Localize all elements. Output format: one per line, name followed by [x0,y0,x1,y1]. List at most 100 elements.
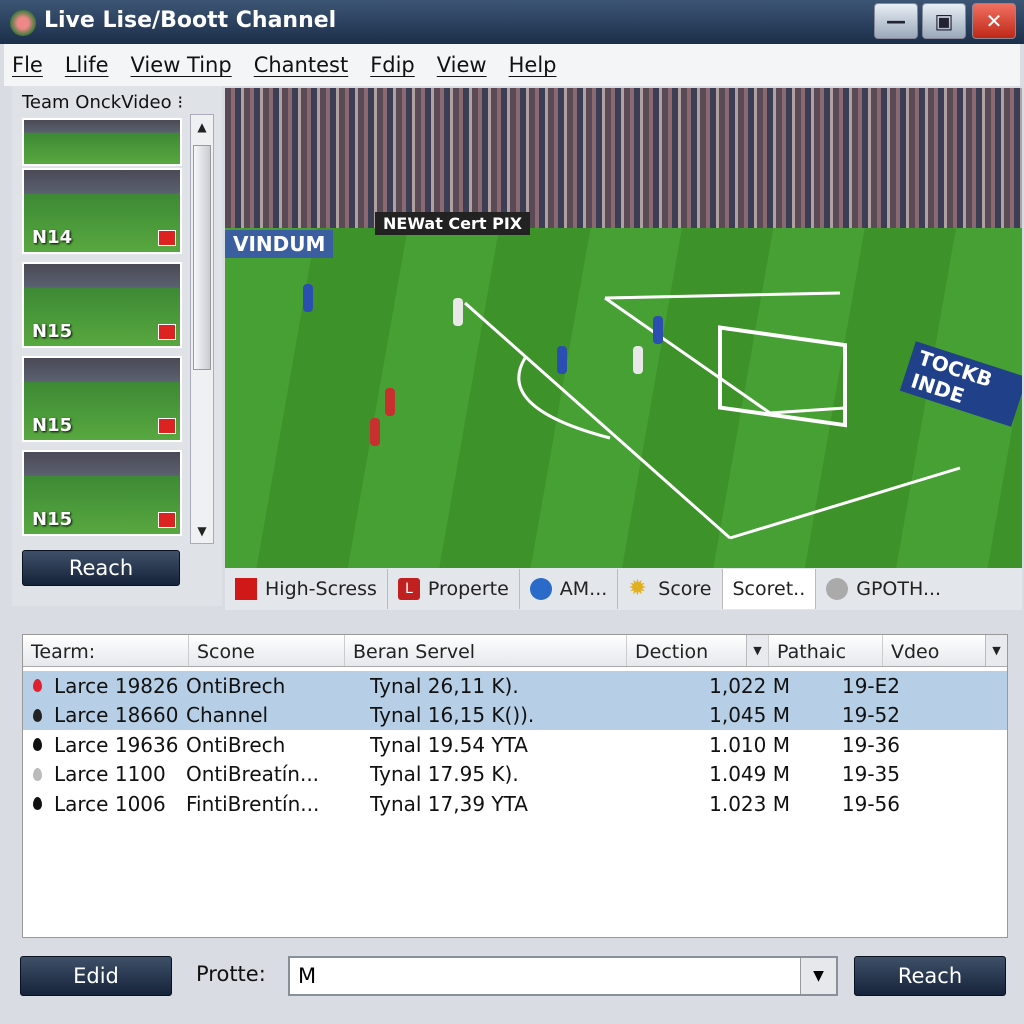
table-row[interactable]: Larce 1100 OntiBreatín... Tynal 17.95 K)… [23,760,1007,790]
menu-fdip[interactable]: Fdip [370,53,415,77]
reach-side-button[interactable]: Reach [22,550,180,586]
sun-icon: ✹ [628,576,647,601]
column-video[interactable]: Vdeo ▼ [883,635,1007,666]
cell-scone: OntiBrech [186,673,286,698]
cell-server: Tynal 17,39 YTA [370,791,528,816]
table-row[interactable]: Larce 1006 FintiBrentín... Tynal 17,39 Y… [23,789,1007,819]
thumbnail-label: N14 [32,227,73,248]
thumbnail-scrollbar[interactable]: ▲ ▼ [190,114,214,544]
cell-team: Larce 1006 [54,791,166,816]
close-button[interactable]: ✕ [972,3,1016,39]
minimize-button[interactable]: — [874,3,918,39]
protte-label: Protte: [196,962,266,986]
player [385,388,395,416]
cell-dection: 1,022 M [709,673,790,698]
chevron-down-icon[interactable]: ▼ [800,958,836,994]
table-row[interactable]: Larce 19636 OntiBrech Tynal 19.54 YTA 1.… [23,730,1007,760]
chevron-down-icon[interactable]: ▼ [985,635,1007,666]
cell-pathaic: 19-E2 [841,673,900,698]
player [303,284,313,312]
tab-high-scress[interactable]: High-Scress [225,569,388,609]
player [653,316,663,344]
column-server[interactable]: Beran Servel [345,635,627,666]
menu-help[interactable]: Help [509,53,557,77]
cell-team: Larce 19826 [54,673,179,698]
combo-value[interactable]: M [298,964,316,988]
video-thumbnail[interactable] [22,118,182,166]
menu-chantest[interactable]: Chantest [254,53,348,77]
cell-server: Tynal 17.95 K). [370,762,519,787]
player [453,298,463,326]
l-badge-icon: L [397,578,420,600]
thumbnail-label: N15 [32,415,73,436]
tab-am[interactable]: AM... [520,569,619,609]
video-player[interactable]: VINDUM NEWat Cert PIX TOCKB INDE [225,88,1022,568]
table-header: Tearm: Scone Beran Servel Dection ▼ Patha… [23,635,1007,667]
live-badge [158,512,176,528]
app-icon [10,10,36,36]
pin-icon [33,767,42,781]
column-dection[interactable]: Dection ▼ [627,635,769,666]
cell-pathaic: 19-35 [841,762,900,787]
video-thumbnail[interactable]: N14 [22,168,182,254]
menu-file[interactable]: Fle [12,53,43,77]
column-pathaic[interactable]: Pathaic [769,635,883,666]
window-title: Live Lise/Boott Channel [44,8,337,33]
cell-pathaic: 19-36 [841,732,900,757]
cell-server: Tynal 26,11 K). [370,673,519,698]
player [370,418,380,446]
pin-icon [33,738,42,752]
restore-button[interactable]: ▣ [922,3,966,39]
video-list-panel: Team OnckVideo ⁝ N14 N15 N15 N15 ▲ ▼ [12,86,222,606]
video-thumbnail[interactable]: N15 [22,262,182,348]
chevron-down-icon[interactable]: ▼ [746,635,768,666]
thumbnail-label: N15 [32,321,73,342]
menu-view-tinp[interactable]: View Tinp [131,53,232,77]
live-badge [158,230,176,246]
video-thumbnail[interactable]: N15 [22,356,182,442]
pitch-markings [464,291,961,540]
pin-icon [33,679,42,693]
cell-scone: Channel [186,703,269,728]
cell-scone: OntiBreatín... [186,762,320,787]
video-thumbnail[interactable]: N15 [22,450,182,536]
protte-combo[interactable]: M ▼ [288,956,838,996]
tab-gpoth[interactable]: GPOTH... [816,569,951,609]
cell-pathaic: 19-56 [841,791,900,816]
info-tab-bar: High-Scress L Properte AM... ✹ Score Score… [225,568,1022,610]
cell-server: Tynal 16,15 K()). [370,703,535,728]
pin-icon [33,797,42,811]
tab-properte[interactable]: L Properte [388,569,520,609]
cell-team: Larce 19636 [54,732,179,757]
menu-life[interactable]: Llife [65,53,109,77]
column-team[interactable]: Tearm: [23,635,189,666]
channel-table: Tearm: Scone Beran Servel Dection ▼ Patha… [22,634,1008,938]
grey-circle-icon [826,578,849,600]
table-row[interactable]: Larce 19826 OntiBrech Tynal 26,11 K). 1,… [23,671,1007,701]
menu-bar: Fle Llife View Tinp Chantest Fdip View H… [4,44,1020,86]
scroll-up-icon[interactable]: ▲ [191,115,213,139]
cell-team: Larce 18660 [54,703,179,728]
reach-button[interactable]: Reach [854,956,1006,996]
tab-score[interactable]: ✹ Score [618,569,723,609]
tab-scoret[interactable]: Scoret.. [722,569,817,609]
scroll-down-icon[interactable]: ▼ [191,519,213,543]
red-square-icon [235,578,257,600]
live-badge [158,418,176,434]
thumbnail-label: N15 [32,509,73,530]
pin-icon [33,708,42,722]
blue-circle-icon [529,578,552,600]
cell-dection: 1,045 M [709,703,790,728]
cell-dection: 1.023 M [709,791,790,816]
scroll-thumb[interactable] [193,145,211,370]
edit-button[interactable]: Edid [20,956,172,996]
player [557,346,567,374]
cell-scone: OntiBrech [186,732,286,757]
cell-team: Larce 1100 [54,762,166,787]
menu-view[interactable]: View [437,53,487,77]
cell-server: Tynal 19.54 YTA [370,732,528,757]
panel-title: Team OnckVideo ⁝ [22,92,184,113]
title-bar: Live Lise/Boott Channel — ▣ ✕ [0,0,1024,44]
table-row[interactable]: Larce 18660 Channel Tynal 16,15 K()). 1,… [23,700,1007,730]
column-scone[interactable]: Scone [189,635,345,666]
